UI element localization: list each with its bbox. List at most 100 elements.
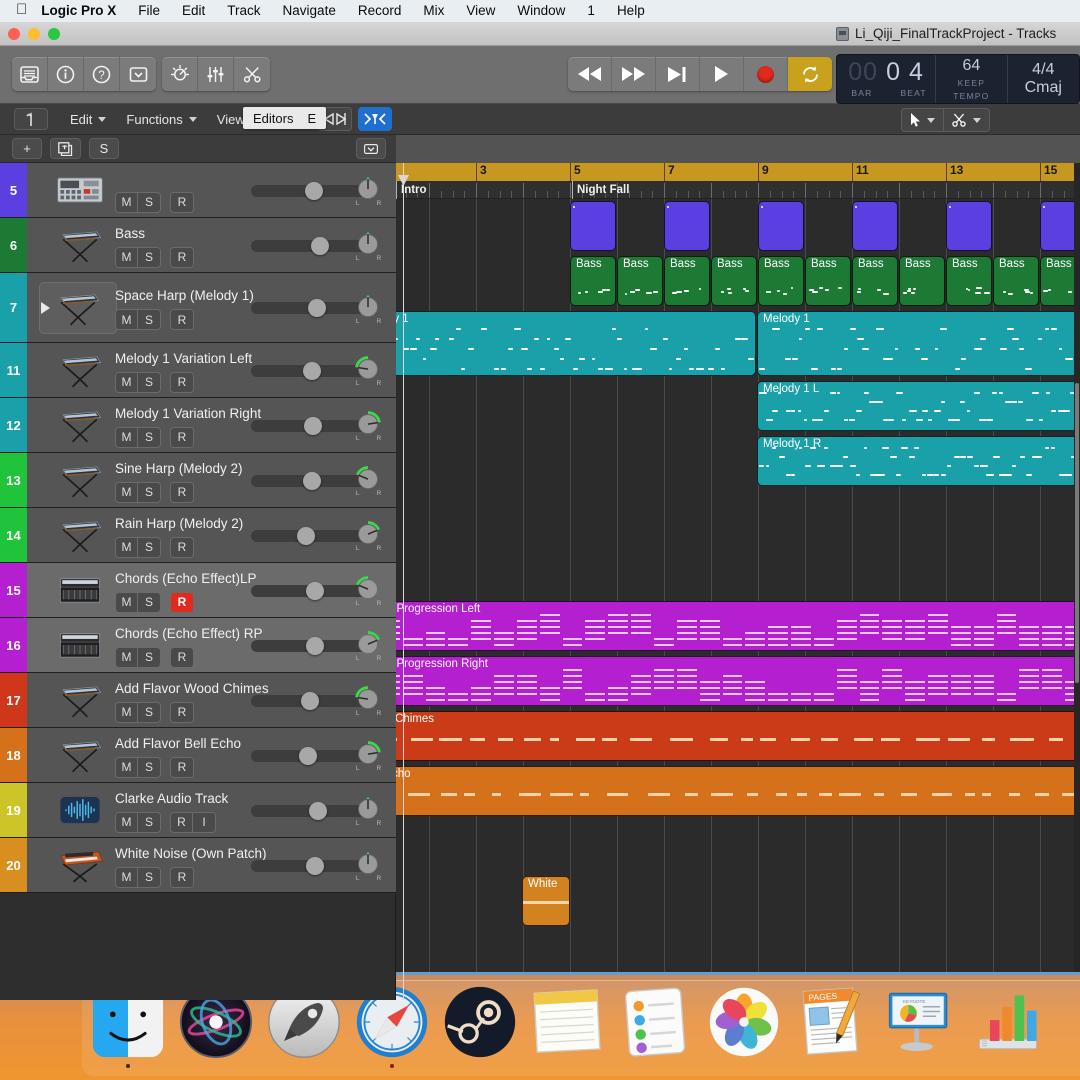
- solo-button[interactable]: S: [138, 372, 160, 392]
- dock-item-notes[interactable]: [530, 984, 606, 1060]
- rewind-button[interactable]: [568, 57, 612, 91]
- pan-control[interactable]: L R: [352, 575, 382, 607]
- smart-controls-icon[interactable]: [162, 57, 198, 91]
- dock-item-pages[interactable]: PAGES: [794, 984, 870, 1060]
- track-number-badge[interactable]: 16: [0, 618, 27, 672]
- pointer-tool-icon[interactable]: [902, 109, 944, 131]
- region[interactable]: Chord Progression Right: [356, 656, 1080, 706]
- track-number-badge[interactable]: 20: [0, 838, 27, 892]
- pan-control[interactable]: L R: [352, 175, 382, 207]
- pan-control[interactable]: L R: [352, 230, 384, 262]
- pan-knob[interactable]: L R: [352, 465, 384, 497]
- volume-slider-knob[interactable]: [303, 471, 321, 490]
- track-header-row[interactable]: 13 Sine Harp (Melody 2) M S R L R: [0, 453, 396, 508]
- record-enable-button[interactable]: R: [171, 812, 193, 832]
- record-enable-button[interactable]: R: [171, 372, 193, 392]
- solo-button[interactable]: S: [138, 647, 160, 667]
- track-name[interactable]: Melody 1 Variation Left: [115, 351, 252, 366]
- record-enable-button[interactable]: R: [171, 757, 193, 777]
- mute-button[interactable]: M: [116, 812, 138, 832]
- region[interactable]: [946, 201, 992, 251]
- solo-button[interactable]: S: [138, 310, 160, 329]
- record-enable-button[interactable]: R: [171, 427, 193, 447]
- help-icon[interactable]: ?: [84, 57, 120, 91]
- mute-button[interactable]: M: [116, 372, 138, 392]
- dock-item-numbers[interactable]: [970, 984, 1046, 1060]
- apple-menu-icon[interactable]: : [14, 0, 37, 23]
- play-button[interactable]: [700, 57, 744, 91]
- solo-button[interactable]: S: [138, 537, 160, 557]
- menu-edit[interactable]: Edit: [60, 108, 116, 130]
- dock-item-keynote[interactable]: KEYNOTE: [882, 984, 958, 1060]
- solo-button[interactable]: S: [138, 757, 160, 777]
- solo-button[interactable]: S: [138, 702, 160, 722]
- record-enable-button[interactable]: R: [171, 247, 193, 267]
- track-header-row[interactable]: 7 Space Harp (Melody 1) M S R L R: [0, 273, 396, 343]
- mute-button[interactable]: M: [116, 647, 138, 667]
- solo-button[interactable]: S: [138, 867, 160, 887]
- pan-knob[interactable]: L R: [352, 630, 384, 662]
- track-header-row[interactable]: 19 Clarke Audio Track M S R I L R: [0, 783, 396, 838]
- menubar-item-help[interactable]: Help: [606, 0, 656, 22]
- menubar-item-mix[interactable]: Mix: [412, 0, 455, 22]
- record-enable-button[interactable]: R: [171, 482, 193, 502]
- track-header-row[interactable]: 14 Rain Harp (Melody 2) M S R L R: [0, 508, 396, 563]
- region[interactable]: Bell Echo: [356, 766, 1080, 816]
- record-enable-button[interactable]: R: [171, 867, 193, 887]
- solo-button[interactable]: S: [138, 192, 160, 212]
- region[interactable]: Wood Chimes: [356, 711, 1080, 761]
- pan-knob[interactable]: L R: [352, 230, 384, 262]
- track-number-badge[interactable]: 6: [0, 218, 27, 272]
- track-instrument-icon[interactable]: [51, 173, 109, 207]
- dock-item-photos[interactable]: [706, 984, 782, 1060]
- pan-control[interactable]: L R: [352, 520, 382, 552]
- volume-slider-knob[interactable]: [305, 181, 324, 200]
- mute-button[interactable]: M: [116, 867, 138, 887]
- vertical-scrollbar[interactable]: [1074, 163, 1080, 1000]
- track-name[interactable]: Clarke Audio Track: [115, 791, 228, 806]
- mute-button[interactable]: M: [116, 310, 138, 329]
- regions-canvas[interactable]: Bass Bass Bass Bass Bass Bass Bass Bass Bass Bass…: [356, 199, 1080, 1000]
- track-number-badge[interactable]: 18: [0, 728, 27, 782]
- menubar-app-name[interactable]: Logic Pro X: [37, 0, 127, 22]
- track-header-row[interactable]: 12 Melody 1 Variation Right M S R L R: [0, 398, 396, 453]
- pan-control[interactable]: L R: [352, 685, 382, 717]
- region[interactable]: Melody 1 R: [757, 436, 1080, 486]
- pan-control[interactable]: L R: [352, 740, 384, 772]
- region[interactable]: Bass: [711, 256, 757, 306]
- solo-button[interactable]: S: [138, 592, 160, 612]
- track-config-button[interactable]: [356, 138, 386, 159]
- track-header-row[interactable]: 18 Add Flavor Bell Echo M S R L R: [0, 728, 396, 783]
- solo-button[interactable]: S: [138, 247, 160, 267]
- dock-item-reminders[interactable]: [618, 984, 694, 1060]
- library-icon[interactable]: [12, 57, 48, 91]
- pan-knob[interactable]: L R: [352, 355, 384, 387]
- pan-knob[interactable]: L R: [352, 740, 384, 772]
- scrollbar-thumb[interactable]: [1075, 383, 1079, 683]
- pan-knob[interactable]: L R: [352, 850, 384, 882]
- track-instrument-icon[interactable]: [51, 793, 109, 827]
- region[interactable]: Bass: [852, 256, 898, 306]
- track-disclosure-arrow[interactable]: [41, 301, 50, 314]
- pan-control[interactable]: L R: [352, 293, 382, 325]
- pan-knob[interactable]: L R: [352, 795, 384, 827]
- record-enable-button[interactable]: R: [171, 592, 193, 612]
- region[interactable]: [570, 201, 616, 251]
- volume-slider-knob[interactable]: [300, 691, 319, 710]
- track-instrument-icon[interactable]: [51, 408, 109, 443]
- track-number-badge[interactable]: 17: [0, 673, 27, 727]
- record-enable-button[interactable]: R: [171, 192, 193, 212]
- volume-slider-knob[interactable]: [308, 299, 327, 317]
- menubar-item-edit[interactable]: Edit: [171, 0, 216, 22]
- mute-button[interactable]: M: [116, 482, 138, 502]
- minimize-button[interactable]: [28, 28, 40, 40]
- track-header-row[interactable]: 11 Melody 1 Variation Left M S R L R: [0, 343, 396, 398]
- info-icon[interactable]: [48, 57, 84, 91]
- notes-icon[interactable]: [530, 984, 606, 1060]
- volume-slider-knob[interactable]: [306, 581, 325, 600]
- track-instrument-icon[interactable]: [51, 683, 109, 718]
- region[interactable]: Bass: [664, 256, 710, 306]
- track-number-badge[interactable]: 7: [0, 273, 27, 342]
- mute-button[interactable]: M: [116, 757, 138, 777]
- region[interactable]: Melody 1: [757, 311, 1080, 376]
